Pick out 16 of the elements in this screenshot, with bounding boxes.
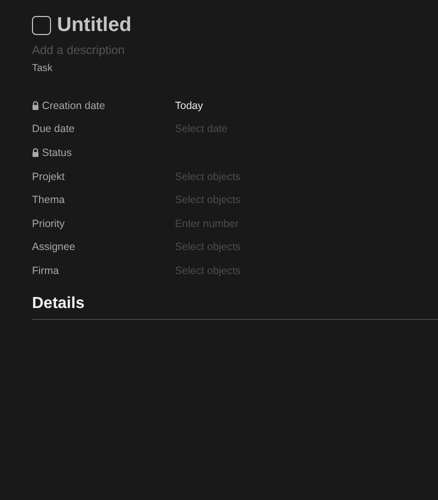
property-label: Priority bbox=[32, 218, 65, 230]
page-title: Untitled bbox=[57, 14, 132, 37]
property-value[interactable]: Today bbox=[175, 100, 204, 112]
lock-icon bbox=[32, 148, 39, 158]
property-label: Due date bbox=[32, 123, 75, 136]
property-label: Firma bbox=[32, 264, 59, 277]
lock-icon bbox=[32, 101, 39, 110]
description-field[interactable]: Add a description bbox=[32, 43, 232, 57]
property-label: Assignee bbox=[32, 241, 76, 254]
section-heading: Details bbox=[32, 294, 86, 313]
task-checkbox[interactable] bbox=[32, 16, 51, 35]
property-label: Status bbox=[42, 146, 72, 159]
property-label: Thema bbox=[32, 194, 65, 206]
object-type: Task bbox=[32, 63, 54, 74]
property-label: Creation date bbox=[42, 100, 106, 112]
property-label: Projekt bbox=[32, 170, 65, 183]
